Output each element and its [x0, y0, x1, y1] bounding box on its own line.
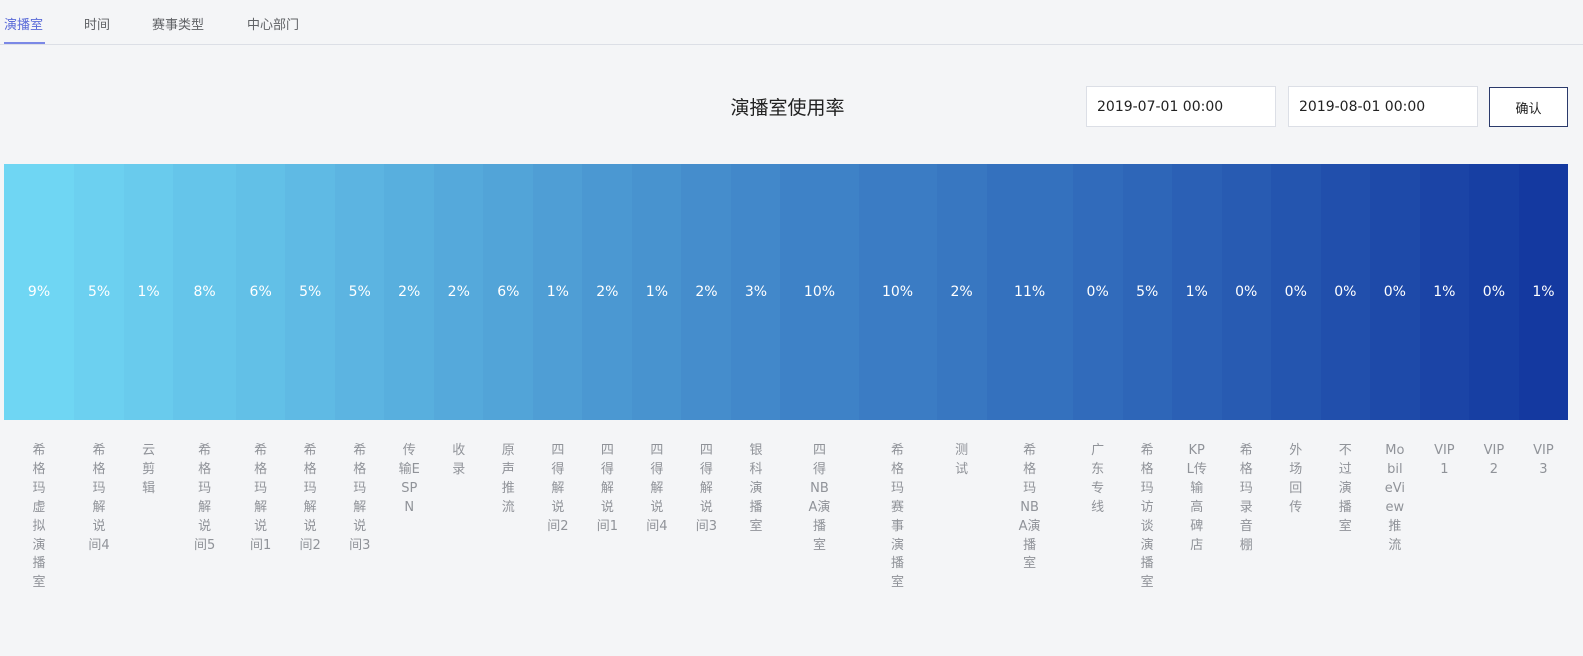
category-label: 希格玛解说间4: [88, 443, 110, 553]
segment-value-label: 11%: [1014, 284, 1046, 300]
category-label: VIP3: [1533, 443, 1554, 477]
category-label: 希格玛解说间5: [193, 443, 216, 553]
tab-bar: 演播室 时间 赛事类型 中心部门: [0, 0, 1583, 45]
segment-value-label: 1%: [546, 284, 569, 300]
chart-segment[interactable]: 5%: [285, 164, 336, 420]
segment-value-label: 0%: [1086, 284, 1109, 300]
segment-value-label: 0%: [1235, 284, 1258, 300]
segment-value-label: 9%: [27, 284, 51, 300]
category-label: 四得解说间4: [646, 443, 668, 534]
segment-value-label: 5%: [87, 284, 111, 300]
tab-event-type[interactable]: 赛事类型: [152, 14, 204, 33]
segment-value-label: 5%: [348, 284, 371, 300]
start-date-input[interactable]: [1086, 86, 1276, 127]
category-label: 希格玛访谈演播室: [1140, 443, 1154, 591]
segment-value-label: 1%: [1433, 284, 1456, 300]
segment-value-label: 0%: [1284, 284, 1307, 300]
chart-segment[interactable]: 2%: [434, 164, 484, 420]
segment-value-label: 6%: [249, 284, 272, 300]
category-label: 测试: [955, 443, 969, 477]
chart-segment[interactable]: 1%: [1518, 164, 1568, 420]
chart-segment[interactable]: 8%: [173, 164, 237, 420]
segment-value-label: 1%: [645, 284, 668, 300]
segment-value-label: 8%: [193, 284, 216, 300]
chart-segment[interactable]: 3%: [731, 164, 781, 420]
segment-value-label: 0%: [1334, 284, 1357, 300]
usage-rate-chart: 9% 5% 1% 8% 6% 5% 5% 2% 2% 6% 1% 2% 1% 2% 3% 10% 10% 2% 11…: [4, 164, 1568, 420]
segment-value-label: 2%: [398, 284, 421, 300]
confirm-button[interactable]: 确认: [1489, 87, 1568, 127]
segment-value-label: 3%: [744, 284, 768, 300]
category-label: 原声推流: [501, 443, 515, 515]
chart-segment[interactable]: 2%: [582, 164, 633, 420]
chart-segment[interactable]: 11%: [986, 164, 1073, 420]
category-label: 希格玛NBA演播室: [1018, 443, 1041, 572]
segment-value-label: 1%: [1185, 284, 1208, 300]
segment-value-label: 6%: [497, 284, 520, 300]
chart-segment[interactable]: 0%: [1072, 164, 1123, 420]
category-label: MobileView推流: [1384, 443, 1405, 553]
segment-value-label: 2%: [950, 284, 973, 300]
category-label: 希格玛赛事演播室: [891, 443, 905, 591]
category-label: 四得解说间1: [596, 443, 618, 534]
chart-segment[interactable]: 0%: [1270, 164, 1321, 420]
category-label: 收录: [452, 443, 466, 477]
chart-segment[interactable]: 2%: [384, 164, 435, 420]
chart-segment[interactable]: 5%: [74, 164, 125, 420]
category-label: 希格玛录音棚: [1239, 443, 1253, 553]
segment-value-label: 5%: [1136, 284, 1159, 300]
segment-value-label: 5%: [299, 284, 322, 300]
chart-segment[interactable]: 6%: [236, 164, 286, 420]
category-label: 不过演播室: [1338, 443, 1352, 534]
category-label: 希格玛虚拟演播室: [32, 443, 46, 591]
category-label: 云剪辑: [142, 443, 156, 496]
category-label: 四得解说间3: [695, 443, 718, 534]
segment-value-label: 0%: [1383, 284, 1406, 300]
chart-segment[interactable]: 1%: [1171, 164, 1222, 420]
tab-studio[interactable]: 演播室: [4, 14, 43, 33]
tab-center-department[interactable]: 中心部门: [247, 14, 299, 33]
category-label: 希格玛解说间2: [299, 443, 321, 553]
segment-value-label: 2%: [447, 284, 470, 300]
category-label: VIP1: [1434, 443, 1455, 477]
chart-segment[interactable]: 2%: [681, 164, 732, 420]
category-label: 四得NBA演播室: [808, 443, 831, 553]
segment-value-label: 10%: [881, 284, 914, 300]
category-label: VIP2: [1483, 443, 1505, 477]
chart-segment[interactable]: 0%: [1369, 164, 1420, 420]
chart-segment[interactable]: 1%: [1419, 164, 1469, 420]
chart-segment[interactable]: 6%: [483, 164, 534, 420]
end-date-input[interactable]: [1288, 86, 1478, 127]
chart-title: 演播室使用率: [730, 97, 845, 119]
chart-segment[interactable]: 5%: [1122, 164, 1172, 420]
chart-segment[interactable]: 5%: [335, 164, 385, 420]
chart-segment[interactable]: 10%: [780, 164, 859, 420]
chart-segment[interactable]: 1%: [533, 164, 583, 420]
category-label: 传输ESPN: [398, 443, 420, 515]
chart-segment[interactable]: 0%: [1221, 164, 1271, 420]
category-label: 广东专线: [1091, 443, 1105, 515]
segment-value-label: 0%: [1482, 284, 1506, 300]
chart-segment[interactable]: 0%: [1468, 164, 1519, 420]
category-label: 希格玛解说间1: [250, 443, 272, 553]
chart-segment[interactable]: 2%: [936, 164, 987, 420]
segment-value-label: 2%: [596, 284, 619, 300]
segment-value-label: 10%: [803, 284, 836, 300]
category-label: KPL传输高碑店: [1186, 443, 1207, 553]
category-label: 银科演播室: [749, 443, 763, 534]
category-label: 希格玛解说间3: [349, 443, 371, 553]
chart-segment[interactable]: 10%: [858, 164, 937, 420]
chart-segment[interactable]: 1%: [632, 164, 682, 420]
segment-value-label: 2%: [695, 284, 718, 300]
chart-segment[interactable]: 1%: [124, 164, 174, 420]
category-labels: 希格玛虚拟演播室 希格玛解说间4 云剪辑 希格玛解说间5 希格玛解说间1 希格玛解说间2 希…: [4, 442, 1568, 652]
chart-segment[interactable]: 0%: [1320, 164, 1370, 420]
chart-segment[interactable]: 9%: [4, 164, 75, 420]
tab-time[interactable]: 时间: [84, 14, 110, 33]
segment-value-label: 1%: [137, 284, 160, 300]
category-label: 外场回传: [1289, 443, 1303, 515]
active-tab-indicator: [4, 42, 45, 44]
category-label: 四得解说间2: [547, 443, 569, 534]
segment-value-label: 1%: [1532, 284, 1555, 300]
